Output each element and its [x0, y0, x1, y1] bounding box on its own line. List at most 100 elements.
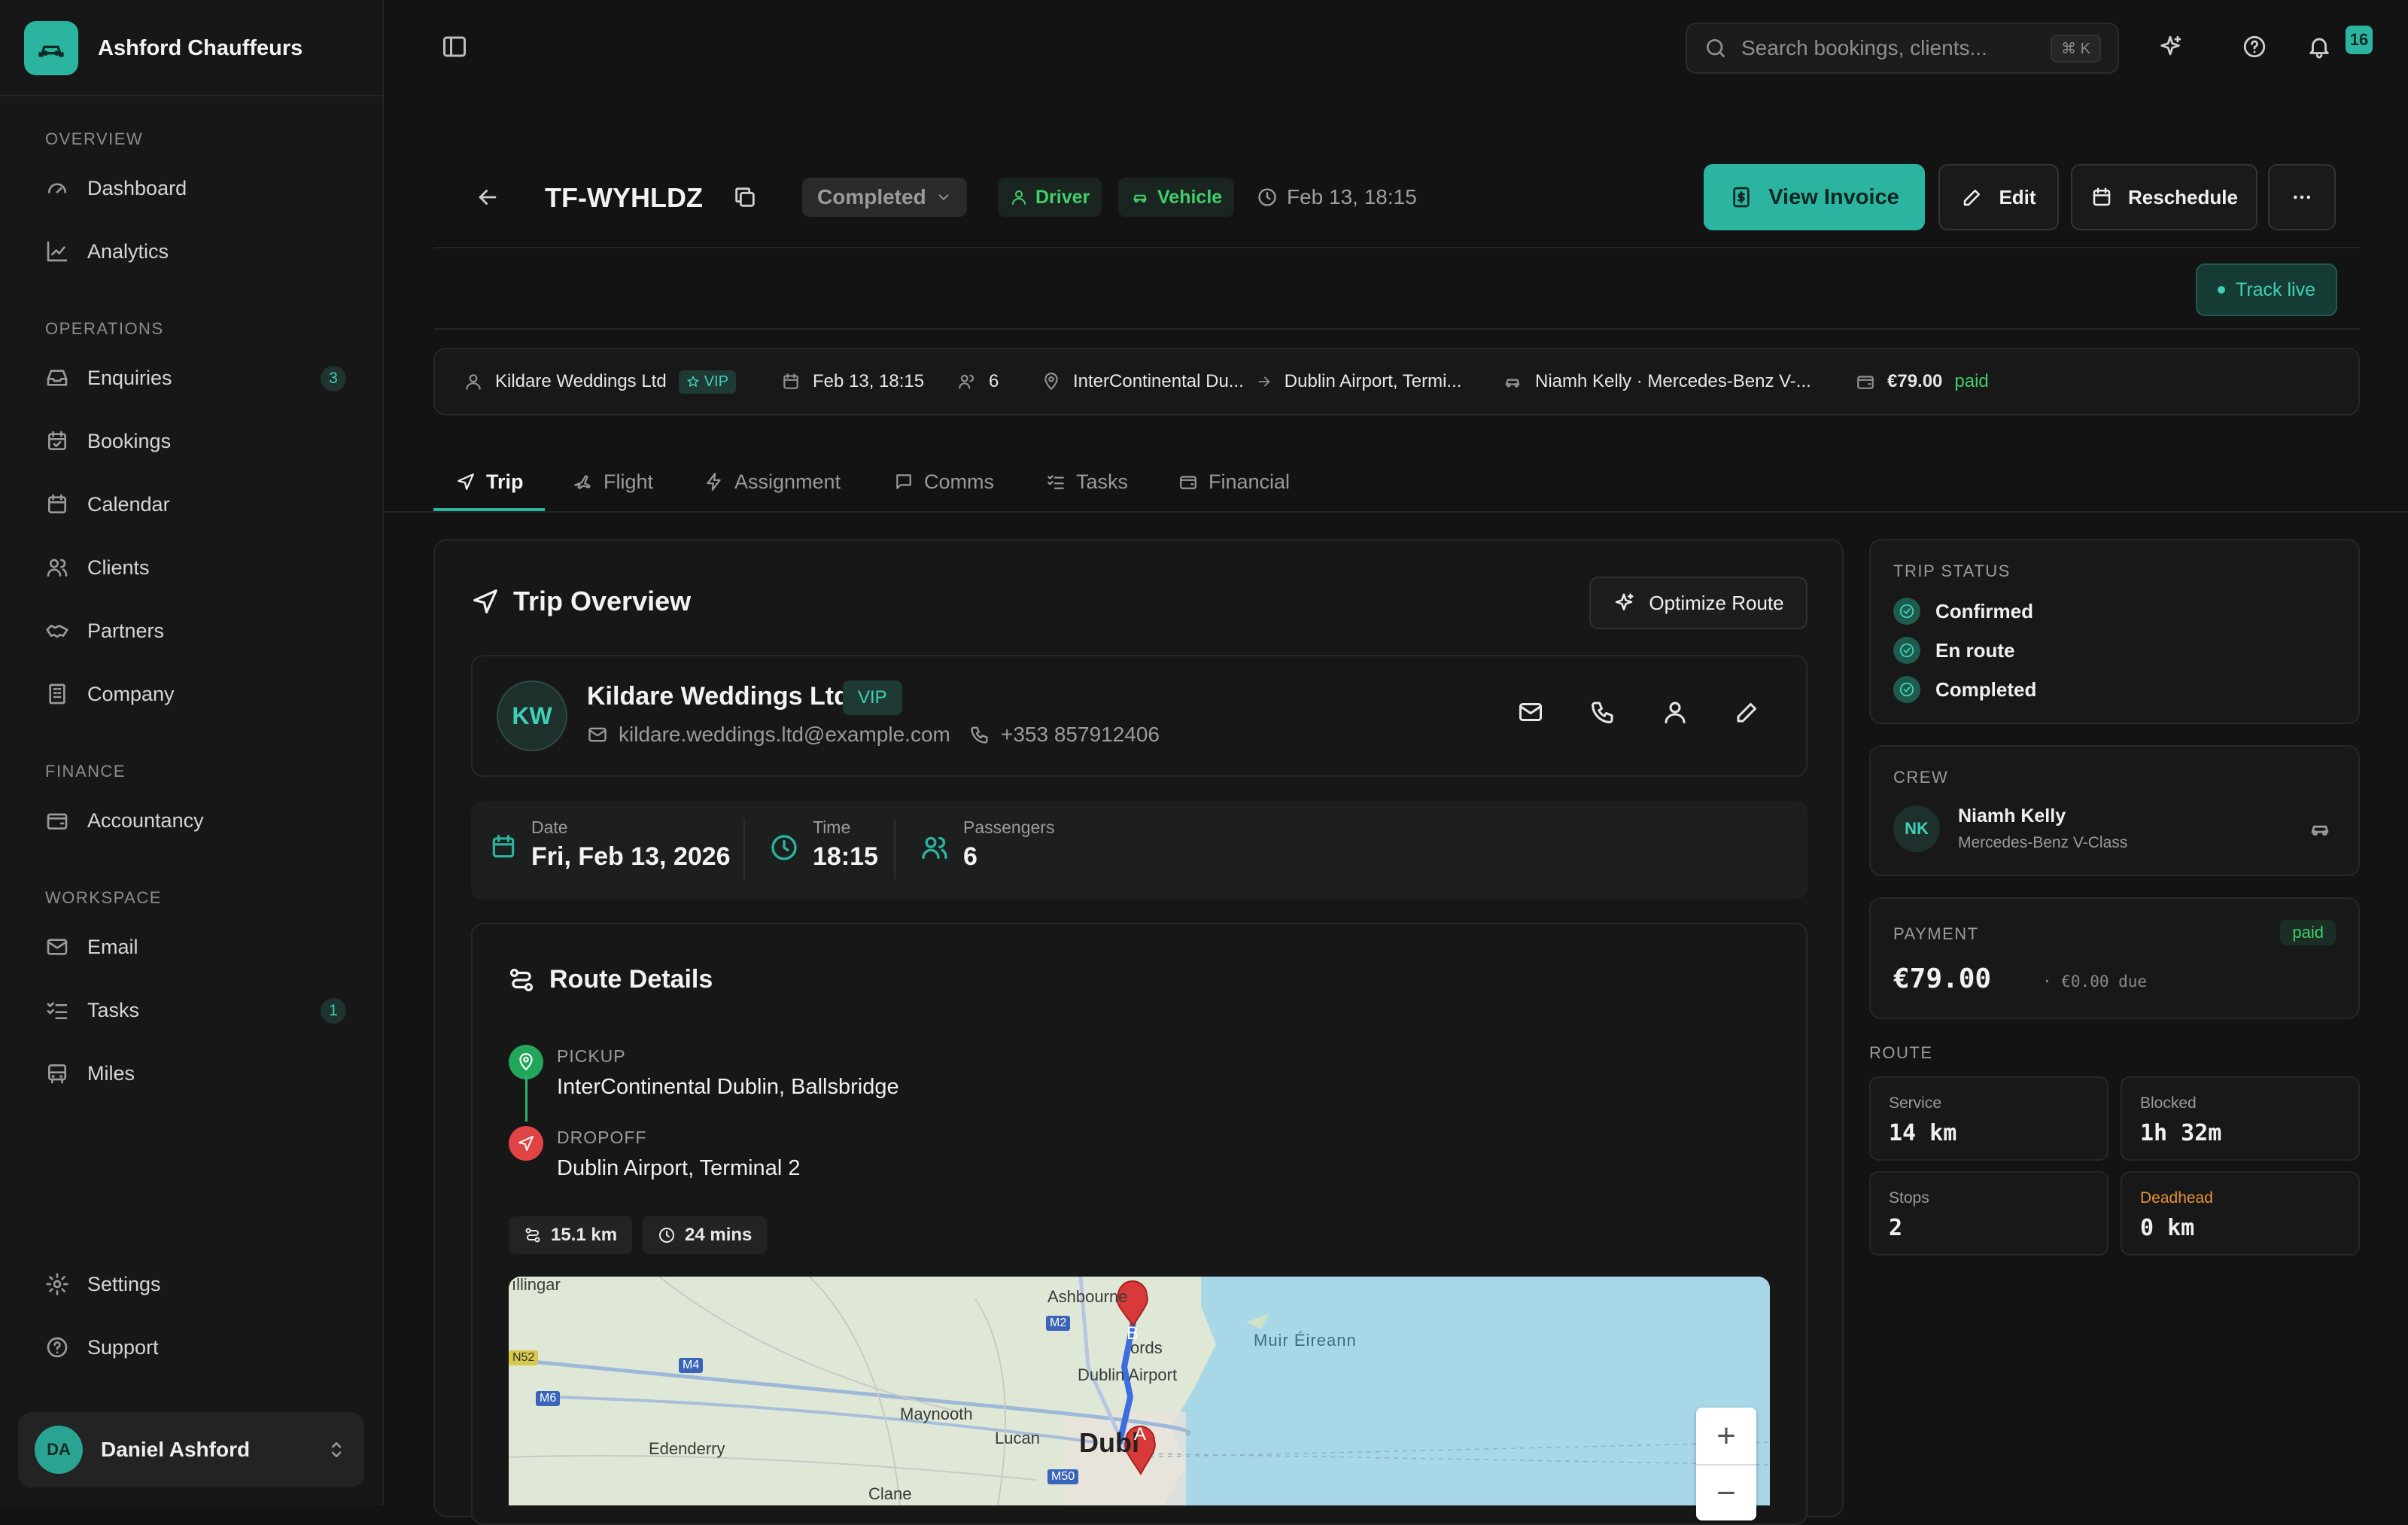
date-value: Fri, Feb 13, 2026: [531, 842, 731, 871]
route-connector: [525, 1076, 528, 1122]
panel-label: TRIP STATUS: [1893, 562, 2011, 580]
email-client-icon[interactable]: [1517, 699, 1547, 729]
time-label: Time: [813, 817, 851, 837]
map-label: Dublin Airport: [1078, 1365, 1178, 1384]
summary-client[interactable]: Kildare Weddings Ltd VIP: [464, 349, 736, 414]
crew-panel: CREW NK Niamh Kelly Mercedes-Benz V-Clas…: [1869, 745, 2360, 876]
sidebar-item-email[interactable]: Email: [45, 926, 346, 968]
map-label: Edenderry: [649, 1439, 725, 1458]
inbox-icon: [45, 366, 69, 390]
tab-label: Flight: [604, 470, 654, 493]
divider: [0, 95, 382, 96]
wallet-icon: [1178, 472, 1198, 492]
map-label: Muir Éireann: [1254, 1331, 1357, 1350]
track-live-button[interactable]: Track live: [2196, 263, 2337, 316]
map-label: Clane: [868, 1484, 912, 1503]
button-label: View Invoice: [1768, 184, 1899, 209]
summary-payment: €79.00 paid: [1856, 349, 1989, 414]
crew-vehicle: Mercedes-Benz V-Class: [1958, 834, 2128, 851]
tab-trip[interactable]: Trip: [456, 461, 524, 503]
sidebar-item-label: Analytics: [87, 239, 169, 263]
edit-button[interactable]: Edit: [1938, 164, 2059, 230]
sidebar-item-company[interactable]: Company: [45, 673, 346, 715]
tab-tasks[interactable]: Tasks: [1046, 461, 1128, 503]
pickup-value: InterContinental Du...: [1073, 371, 1244, 391]
route-map[interactable]: ıllingar Ashbourne ords Dublin Airport M…: [509, 1277, 1770, 1505]
card-title-text: Route Details: [549, 965, 713, 994]
client-name: Kildare Weddings Ltd: [587, 682, 850, 711]
crew-name: Niamh Kelly: [1958, 805, 2066, 826]
mail-icon: [45, 935, 69, 959]
building-icon: [45, 682, 69, 706]
trip-time: Time 18:15: [769, 817, 878, 872]
driver-vehicle-value: Niamh Kelly · Mercedes-Benz V-...: [1535, 371, 1811, 391]
vip-label: VIP: [704, 373, 728, 390]
sidebar-item-clients[interactable]: Clients: [45, 546, 346, 589]
sidebar-item-support[interactable]: Support: [45, 1326, 346, 1368]
call-client-icon[interactable]: [1589, 699, 1619, 729]
divider: [433, 328, 2360, 330]
client-phone[interactable]: +353 857912406: [969, 723, 1160, 747]
client-name: Kildare Weddings Ltd: [495, 371, 667, 391]
passenger-count: 6: [989, 371, 999, 391]
sidebar-item-calendar[interactable]: Calendar: [45, 483, 346, 525]
tab-label: Assignment: [734, 470, 841, 493]
copy-icon[interactable]: [728, 181, 762, 214]
count-badge: 1: [321, 998, 346, 1024]
status-dropdown[interactable]: Completed: [802, 178, 967, 217]
car-icon: [1502, 371, 1523, 392]
view-invoice-button[interactable]: View Invoice: [1704, 164, 1925, 230]
tag-label: Vehicle: [1157, 186, 1223, 208]
reschedule-button[interactable]: Reschedule: [2071, 164, 2258, 230]
sidebar-item-tasks[interactable]: Tasks 1: [45, 989, 346, 1031]
sparkles-icon[interactable]: [2154, 30, 2187, 63]
mail-icon: [587, 724, 608, 745]
duration-value: 24 mins: [685, 1225, 752, 1245]
zoom-in-button[interactable]: +: [1696, 1408, 1756, 1464]
bell-icon[interactable]: [2303, 30, 2336, 63]
tab-comms[interactable]: Comms: [894, 461, 994, 503]
divider: [743, 819, 745, 879]
sidebar-item-partners[interactable]: Partners: [45, 610, 346, 652]
plane-icon: [573, 472, 593, 492]
pencil-icon: [1961, 186, 1984, 209]
status-step: En route: [1893, 637, 2014, 664]
divider: [894, 819, 895, 879]
sidebar-toggle-icon[interactable]: [438, 30, 471, 63]
sidebar-item-settings[interactable]: Settings: [45, 1263, 346, 1305]
blocked-stat: Blocked 1h 32m: [2121, 1076, 2360, 1161]
edit-client-icon[interactable]: [1734, 699, 1764, 729]
tab-assignment[interactable]: Assignment: [704, 461, 841, 503]
driver-tag: Driver: [998, 178, 1102, 217]
zoom-out-button[interactable]: −: [1696, 1464, 1756, 1520]
tab-financial[interactable]: Financial: [1178, 461, 1290, 503]
client-email[interactable]: kildare.weddings.ltd@example.com: [587, 723, 950, 747]
notification-badge[interactable]: 16: [2346, 26, 2373, 54]
back-arrow-icon[interactable]: [471, 181, 504, 214]
help-icon[interactable]: [2238, 30, 2271, 63]
view-client-icon[interactable]: [1662, 699, 1692, 729]
star-icon: [687, 376, 699, 387]
sidebar-item-label: Calendar: [87, 492, 170, 516]
invoice-icon: [1729, 185, 1753, 209]
route-details-title: Route Details: [507, 965, 713, 994]
wallet-icon: [45, 808, 69, 833]
brand[interactable]: Ashford Chauffeurs: [24, 21, 303, 75]
tab-flight[interactable]: Flight: [573, 461, 653, 503]
sidebar-item-label: Partners: [87, 619, 165, 642]
trip-details-bar: Date Fri, Feb 13, 2026 Time 18:15 Passenge…: [471, 801, 1808, 899]
sidebar-item-enquiries[interactable]: Enquiries 3: [45, 357, 346, 399]
passengers-value: 6: [963, 842, 977, 871]
button-label: Track live: [2235, 279, 2316, 300]
sidebar-item-label: Company: [87, 682, 175, 705]
sidebar-item-analytics[interactable]: Analytics: [45, 230, 346, 272]
search-input[interactable]: Search bookings, clients... ⌘ K: [1686, 23, 2119, 74]
status-step-label: Confirmed: [1935, 599, 2033, 622]
sidebar-item-dashboard[interactable]: Dashboard: [45, 167, 346, 209]
sidebar-item-miles[interactable]: Miles: [45, 1052, 346, 1094]
sidebar-item-accountancy[interactable]: Accountancy: [45, 799, 346, 842]
more-options-button[interactable]: [2268, 164, 2336, 230]
user-menu[interactable]: DA Daniel Ashford: [18, 1412, 364, 1487]
optimize-route-button[interactable]: Optimize Route: [1589, 577, 1808, 629]
sidebar-item-bookings[interactable]: Bookings: [45, 420, 346, 462]
